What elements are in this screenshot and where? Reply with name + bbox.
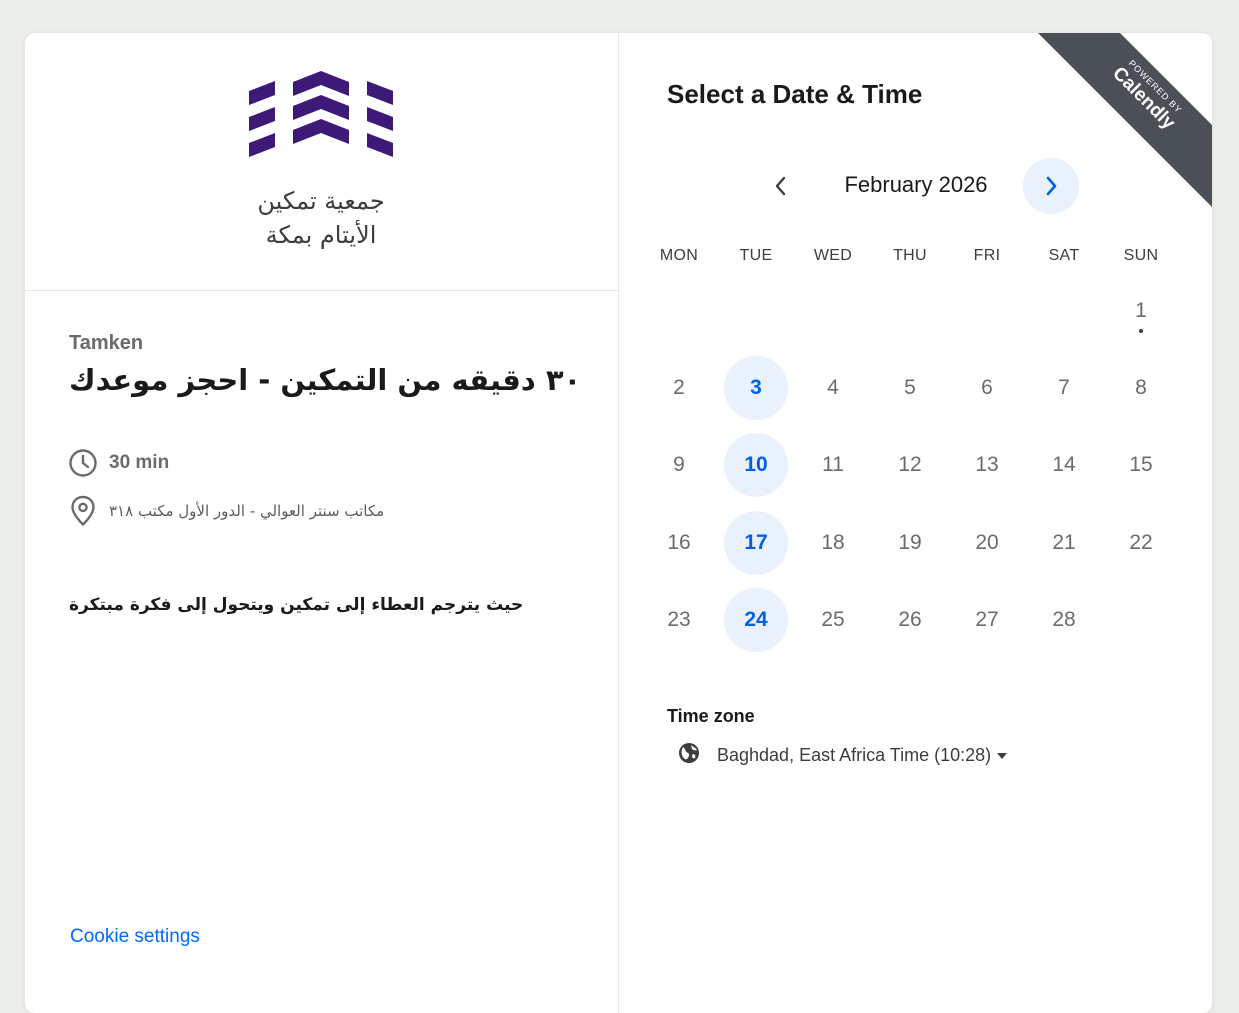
day-14: 14 bbox=[1052, 453, 1076, 476]
duration-text: 30 min bbox=[109, 452, 170, 473]
day-11: 11 bbox=[822, 453, 844, 476]
booking-card: جمعية تمكين الأيتام بمكة Tamken ٣٠ دقيقه… bbox=[25, 33, 1212, 1013]
calendly-ribbon[interactable]: POWERED BY Calendly bbox=[1032, 33, 1212, 211]
day-17[interactable]: 17 bbox=[724, 511, 788, 575]
day-18: 18 bbox=[821, 531, 845, 554]
event-details-pane: جمعية تمكين الأيتام بمكة Tamken ٣٠ دقيقه… bbox=[25, 33, 619, 1013]
day-25: 25 bbox=[821, 608, 845, 631]
day-8: 8 bbox=[1135, 376, 1147, 399]
day-1: 1 bbox=[1109, 279, 1173, 343]
current-month: February 2026 bbox=[844, 172, 988, 197]
day-6: 6 bbox=[981, 376, 993, 399]
day-16: 16 bbox=[667, 531, 691, 554]
day-22: 22 bbox=[1129, 531, 1153, 554]
day-5: 5 bbox=[904, 376, 916, 399]
day-20: 20 bbox=[975, 531, 999, 554]
map-pin-icon bbox=[67, 495, 99, 527]
location-text: مكاتب سنتر العوالي - الدور الأول مكتب ٣١… bbox=[109, 502, 385, 520]
day-27: 27 bbox=[975, 608, 999, 631]
day-24[interactable]: 24 bbox=[724, 588, 788, 652]
weekday-wed: WED bbox=[813, 247, 853, 264]
weekday-sun: SUN bbox=[1123, 247, 1159, 264]
picker-title: Select a Date & Time bbox=[667, 79, 923, 109]
weekday-tue: TUE bbox=[739, 247, 773, 264]
day-12: 12 bbox=[898, 453, 922, 476]
weekday-mon: MON bbox=[659, 247, 699, 264]
caret-down-icon bbox=[997, 752, 1008, 759]
duration-row: 30 min bbox=[67, 447, 169, 479]
weekday-thu: THU bbox=[893, 247, 927, 264]
previous-month-button[interactable] bbox=[753, 158, 809, 214]
timezone-value: Baghdad, East Africa Time (10:28) bbox=[717, 745, 992, 765]
day-10[interactable]: 10 bbox=[724, 433, 788, 497]
clock-icon bbox=[67, 447, 99, 479]
chevron-left-icon bbox=[775, 176, 786, 196]
location-row: مكاتب سنتر العوالي - الدور الأول مكتب ٣١… bbox=[67, 495, 384, 527]
globe-icon bbox=[677, 741, 701, 770]
day-9: 9 bbox=[673, 453, 685, 476]
day-21: 21 bbox=[1052, 531, 1076, 554]
day-28: 28 bbox=[1052, 608, 1076, 631]
organization-logo: جمعية تمكين الأيتام بمكة bbox=[25, 33, 618, 291]
logo-text-line-2: الأيتام بمكة bbox=[265, 221, 377, 249]
date-time-picker: Select a Date & Time February 2026 MON TU… bbox=[619, 33, 1212, 1013]
day-4: 4 bbox=[827, 376, 839, 399]
logo-text-line-1: جمعية تمكين bbox=[257, 187, 385, 215]
event-description: حيث يترجم العطاء إلى تمكين ويتحول إلى فك… bbox=[69, 595, 524, 615]
cookie-settings-link[interactable]: Cookie settings bbox=[70, 926, 200, 948]
timezone-label: Time zone bbox=[667, 706, 755, 726]
day-3[interactable]: 3 bbox=[724, 356, 788, 420]
weekday-fri: FRI bbox=[973, 247, 1001, 264]
day-7: 7 bbox=[1058, 376, 1070, 399]
day-26: 26 bbox=[898, 608, 922, 631]
event-title: ٣٠ دقيقه من التمكين - احجز موعدك bbox=[69, 363, 582, 397]
day-23: 23 bbox=[667, 608, 691, 631]
organizer-name: Tamken bbox=[69, 332, 144, 354]
day-2: 2 bbox=[673, 376, 685, 399]
day-15: 15 bbox=[1129, 453, 1153, 476]
weekday-sat: SAT bbox=[1048, 247, 1080, 264]
organization-logo-mark bbox=[249, 71, 393, 157]
timezone-select[interactable]: Baghdad, East Africa Time (10:28) bbox=[677, 741, 1008, 770]
day-19: 19 bbox=[898, 531, 922, 554]
powered-by-badge: POWERED BY Calendly bbox=[1032, 33, 1212, 213]
day-13: 13 bbox=[975, 453, 999, 476]
